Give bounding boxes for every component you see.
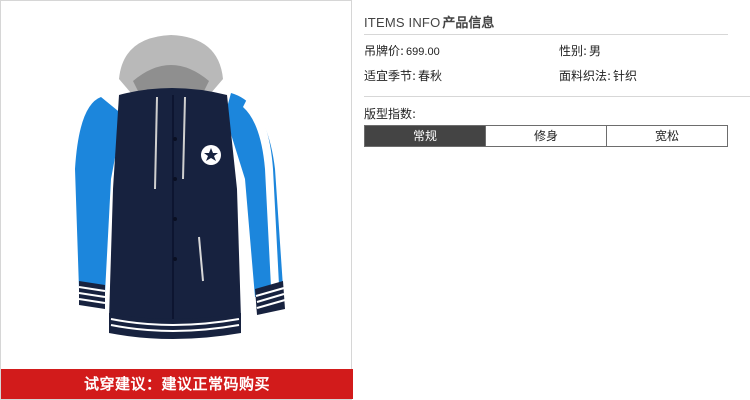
product-image-panel: 试穿建议：建议正常码购买	[0, 0, 353, 400]
price-label: 吊牌价:	[364, 44, 405, 58]
gender-label: 性别:	[559, 44, 588, 58]
gender-value: 男	[589, 44, 602, 58]
info-row-price-gender: 吊牌价: 699.00 性别: 男	[364, 41, 750, 61]
fit-option-loose[interactable]: 宽松	[606, 126, 727, 146]
section-divider	[364, 96, 750, 97]
price-value: 699.00	[406, 46, 440, 58]
fabric-value: 针织	[613, 69, 638, 83]
items-info-title-en: ITEMS INFO	[364, 15, 441, 30]
price-field: 吊牌价: 699.00	[364, 41, 440, 62]
gender-field: 性别: 男	[559, 41, 601, 61]
fit-suggestion-banner: 试穿建议：建议正常码购买	[1, 369, 353, 399]
fit-option-slim[interactable]: 修身	[485, 126, 606, 146]
items-info-panel: ITEMS INFO 产品信息 吊牌价: 699.00 性别: 男 适宜季节: 春秋 面…	[364, 0, 750, 400]
fabric-label: 面料织法:	[559, 69, 612, 83]
info-row-season-fabric: 适宜季节: 春秋 面料织法: 针织	[364, 66, 750, 86]
fit-index-selector: 常规 修身 宽松	[364, 125, 728, 147]
fabric-field: 面料织法: 针织	[559, 66, 637, 86]
items-info-title-cn: 产品信息	[442, 16, 495, 31]
items-info-title: ITEMS INFO 产品信息	[364, 12, 728, 35]
fit-index-label: 版型指数:	[364, 107, 417, 121]
jacket-product-image	[75, 35, 286, 339]
fit-option-regular[interactable]: 常规	[365, 126, 485, 146]
season-value: 春秋	[418, 69, 443, 83]
season-label: 适宜季节:	[364, 69, 417, 83]
season-field: 适宜季节: 春秋	[364, 66, 442, 86]
